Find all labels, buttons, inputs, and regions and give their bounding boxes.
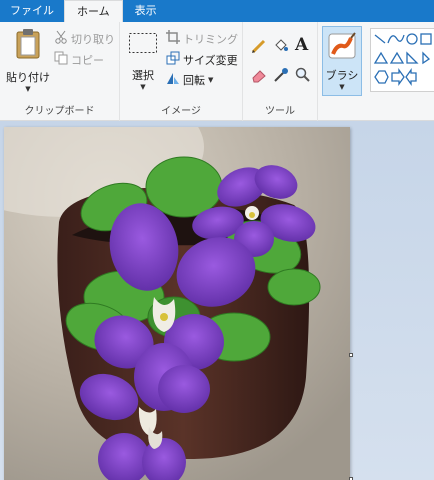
- selection-rect-icon: [128, 32, 158, 57]
- violet-photo: [4, 127, 350, 480]
- tab-view[interactable]: 表示: [123, 0, 169, 22]
- chevron-down-icon: ▼: [339, 83, 345, 91]
- select-button[interactable]: 選択 ▼: [126, 32, 160, 91]
- magnifier-icon[interactable]: [295, 67, 311, 86]
- cut-button[interactable]: 切り取り: [54, 30, 115, 47]
- crop-icon: [166, 30, 180, 47]
- canvas-workspace[interactable]: [0, 121, 434, 480]
- brush-icon: [327, 32, 357, 63]
- chevron-down-icon[interactable]: ▼: [25, 85, 30, 93]
- brush-label: ブラシ: [325, 69, 359, 82]
- image-group-label: イメージ: [161, 106, 201, 117]
- resize-icon: [166, 51, 180, 68]
- chevron-down-icon[interactable]: ▼: [208, 76, 213, 84]
- paste-label: 貼り付け: [6, 71, 50, 84]
- color-picker-icon[interactable]: [273, 67, 289, 86]
- scissors-icon: [54, 30, 68, 47]
- resize-label: サイズ変更: [183, 53, 238, 67]
- pencil-icon[interactable]: [251, 38, 267, 57]
- tab-home[interactable]: ホーム: [64, 0, 123, 22]
- select-label: 選択: [132, 69, 154, 82]
- eraser-icon[interactable]: [251, 67, 267, 86]
- cut-label: 切り取り: [71, 32, 115, 46]
- drawing-canvas[interactable]: [4, 127, 350, 480]
- image-group: 選択 ▼ トリミング サイズ変更 回転 ▼ イメージ: [120, 22, 243, 121]
- tools-group: A ツール: [243, 22, 318, 121]
- tab-file[interactable]: ファイル: [0, 0, 64, 22]
- canvas-resize-handle-right[interactable]: [349, 353, 353, 357]
- copy-icon: [54, 51, 68, 68]
- ribbon: 貼り付け ▼ 切り取り コピー クリップボード 選択 ▼ トリミング サイズ変更…: [0, 22, 434, 121]
- rotate-button[interactable]: 回転 ▼: [166, 71, 213, 88]
- chevron-down-icon[interactable]: ▼: [140, 83, 145, 91]
- copy-button[interactable]: コピー: [54, 51, 104, 68]
- fill-bucket-icon[interactable]: [273, 38, 289, 57]
- brushes-group: ブラシ ▼: [318, 22, 366, 121]
- shapes-gallery[interactable]: [370, 28, 434, 92]
- paste-button[interactable]: 貼り付け ▼: [6, 28, 50, 93]
- ribbon-tab-bar: ファイル ホーム 表示: [0, 0, 434, 22]
- clipboard-icon: [14, 28, 42, 63]
- crop-button[interactable]: トリミング: [166, 30, 238, 47]
- copy-label: コピー: [71, 53, 104, 67]
- text-icon[interactable]: A: [295, 35, 308, 55]
- crop-label: トリミング: [183, 32, 238, 46]
- brush-button[interactable]: ブラシ ▼: [322, 26, 362, 96]
- rotate-label: 回転: [183, 73, 205, 87]
- clipboard-group-label: クリップボード: [24, 106, 95, 117]
- rotate-icon: [166, 71, 180, 88]
- tools-group-label: ツール: [265, 106, 295, 117]
- clipboard-group: 貼り付け ▼ 切り取り コピー クリップボード: [0, 22, 120, 121]
- resize-button[interactable]: サイズ変更: [166, 51, 238, 68]
